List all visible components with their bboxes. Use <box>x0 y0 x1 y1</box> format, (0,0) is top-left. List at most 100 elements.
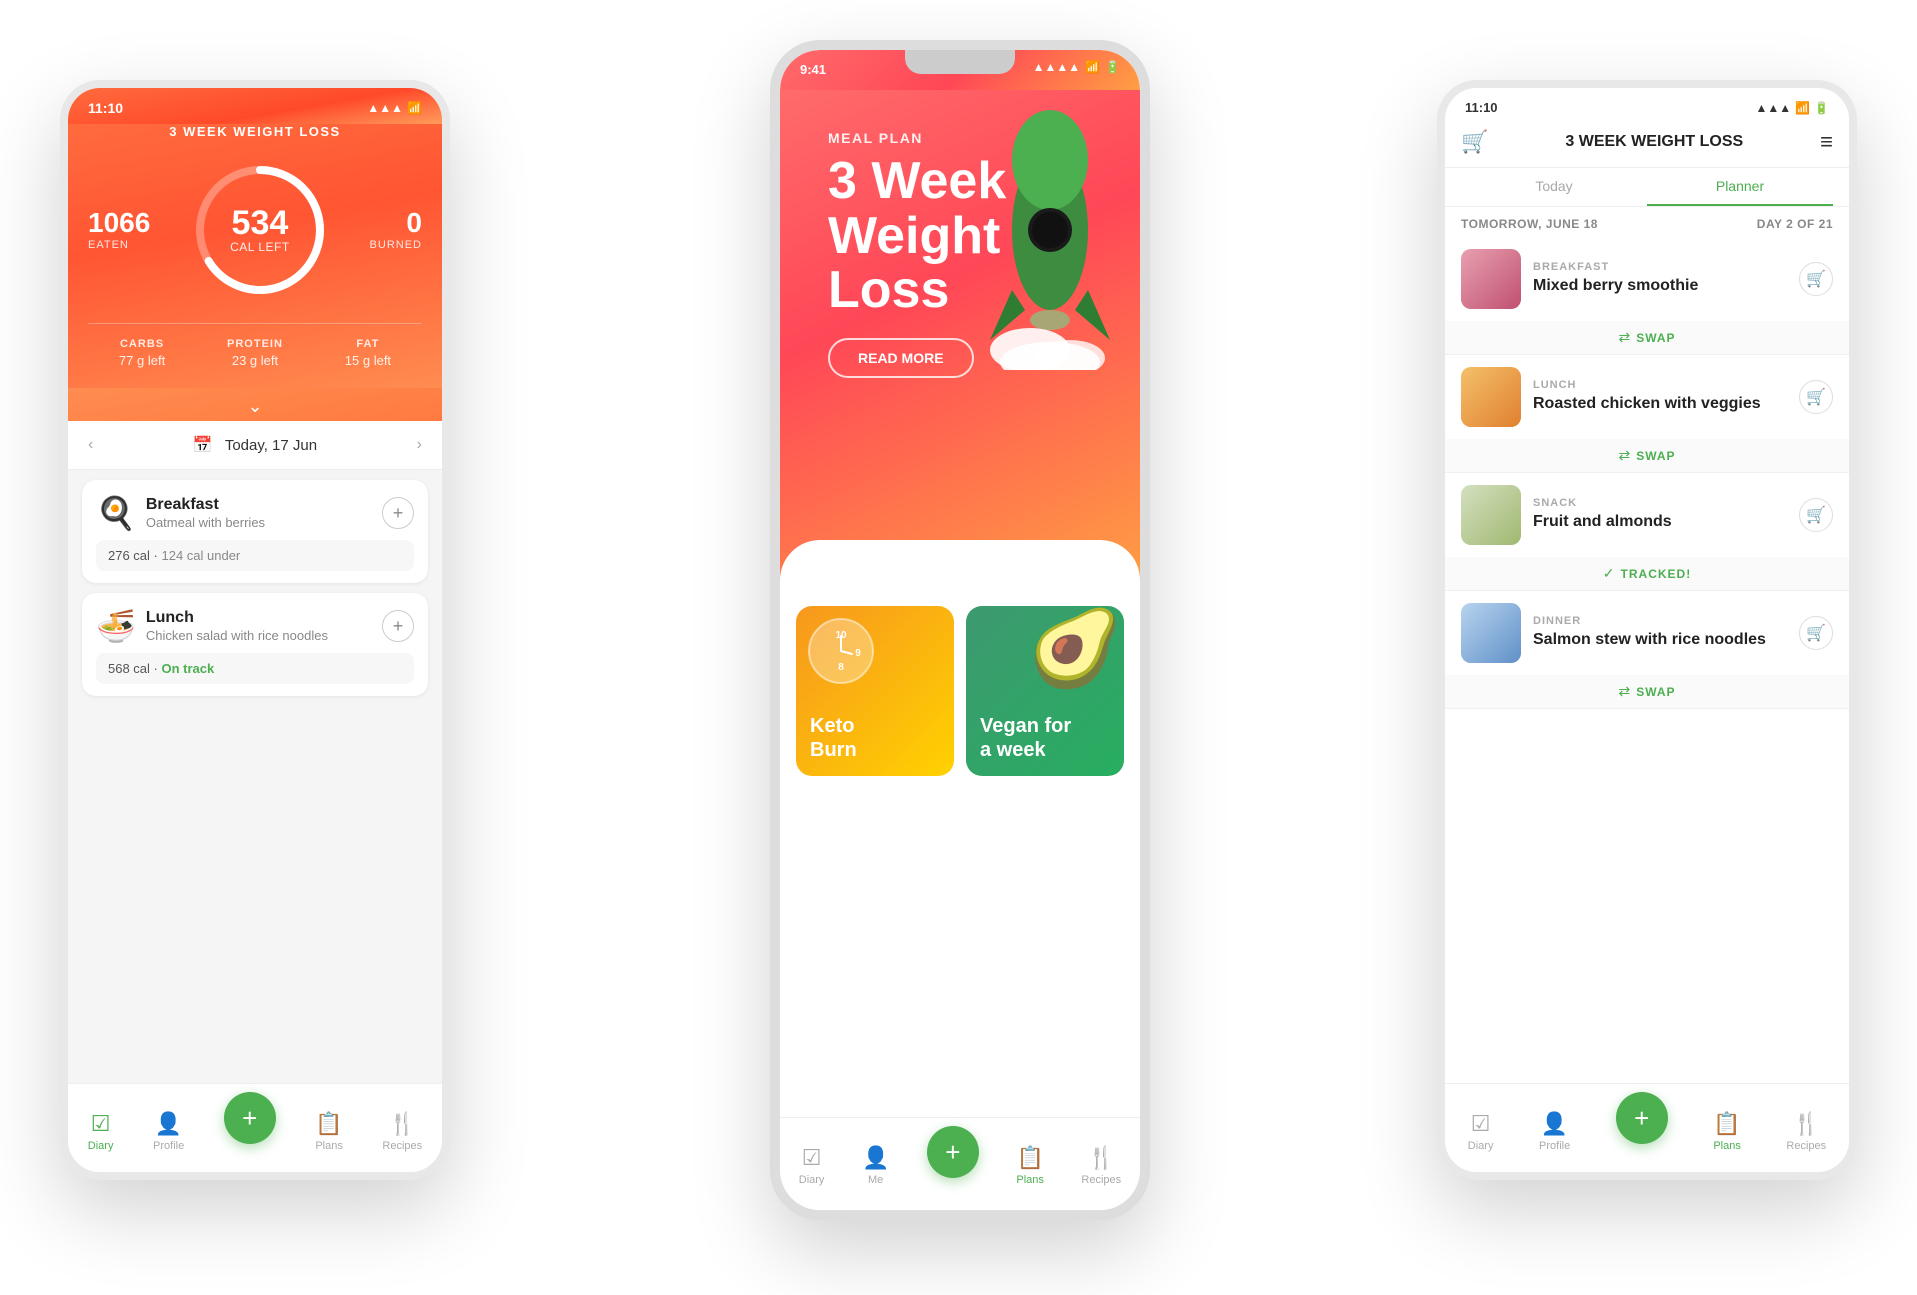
right-status-bar: 11:10 ▲▲▲ 📶 🔋 <box>1445 88 1849 123</box>
hamburger-menu-icon[interactable]: ≡ <box>1820 129 1833 155</box>
right-diary-label: Diary <box>1468 1140 1494 1152</box>
nav-profile[interactable]: 👤 Profile <box>153 1111 184 1152</box>
breakfast-name: Mixed berry smoothie <box>1533 276 1787 297</box>
right-recipes-label: Recipes <box>1786 1140 1826 1152</box>
dinner-cart-button[interactable]: 🛒 <box>1799 616 1833 650</box>
read-more-button[interactable]: READ MORE <box>828 338 974 378</box>
left-calories-burned: 0 BURNED <box>370 209 422 251</box>
planner-snack-section: SNACK Fruit and almonds 🛒 ✓ TRACKED! <box>1445 473 1849 591</box>
lunch-cart-button[interactable]: 🛒 <box>1799 380 1833 414</box>
tab-planner[interactable]: Planner <box>1647 168 1833 206</box>
calories-ring: 534 CAL LEFT <box>185 155 335 305</box>
left-phone: 11:10 ▲▲▲ 📶 3 WEEK WEIGHT LOSS 1066 EATE… <box>60 80 450 1180</box>
center-me-icon: 👤 <box>862 1145 889 1171</box>
nav-add-button[interactable]: + <box>224 1092 276 1144</box>
planner-breakfast-section: BREAKFAST Mixed berry smoothie 🛒 ⇄ SWAP <box>1445 237 1849 355</box>
right-plans-label: Plans <box>1713 1140 1741 1152</box>
snack-category: SNACK <box>1533 497 1787 509</box>
breakfast-swap-label[interactable]: SWAP <box>1636 331 1675 345</box>
vegan-label: Vegan fora week <box>980 714 1071 762</box>
planner-lunch-row: LUNCH Roasted chicken with veggies 🛒 <box>1445 355 1849 439</box>
center-nav-add-button[interactable]: + <box>927 1126 979 1178</box>
nav-plans[interactable]: 📋 Plans <box>315 1111 343 1152</box>
lunch-type: Lunch <box>146 609 328 627</box>
swap-icon-lunch: ⇄ <box>1618 447 1630 464</box>
center-nav-me[interactable]: 👤 Me <box>862 1145 889 1186</box>
snack-cart-button[interactable]: 🛒 <box>1799 498 1833 532</box>
current-date: Today, 17 Jun <box>225 437 317 454</box>
expand-chevron[interactable]: ⌄ <box>68 388 442 421</box>
diary-icon: ☑ <box>91 1111 111 1137</box>
prev-date-arrow[interactable]: ‹ <box>88 436 93 454</box>
center-recipes-icon: 🍴 <box>1088 1145 1115 1171</box>
breakfast-add-button[interactable]: + <box>382 497 414 529</box>
right-nav-plans[interactable]: 📋 Plans <box>1713 1111 1741 1152</box>
left-status-time: 11:10 <box>88 100 123 116</box>
breakfast-calories: 276 cal · 124 cal under <box>96 540 414 571</box>
calendar-icon: 📅 <box>193 435 213 455</box>
macros-row: CARBS 77 g left PROTEIN 23 g left FAT 15… <box>88 323 422 368</box>
breakfast-category: BREAKFAST <box>1533 261 1787 273</box>
next-date-arrow[interactable]: › <box>417 436 422 454</box>
lunch-desc: Chicken salad with rice noodles <box>146 628 328 643</box>
right-nav-recipes[interactable]: 🍴 Recipes <box>1786 1111 1826 1152</box>
planner-day: DAY 2 OF 21 <box>1757 217 1833 231</box>
snack-thumbnail <box>1461 485 1521 545</box>
tab-today[interactable]: Today <box>1461 168 1647 206</box>
right-profile-icon: 👤 <box>1541 1111 1568 1137</box>
planner-breakfast-row: BREAKFAST Mixed berry smoothie 🛒 <box>1445 237 1849 321</box>
planner-dinner-row: DINNER Salmon stew with rice noodles 🛒 <box>1445 591 1849 675</box>
nav-recipes[interactable]: 🍴 Recipes <box>382 1111 422 1152</box>
plans-grid: 10 8 9 KetoBurn 🥑 Vegan fora week <box>780 590 1140 792</box>
center-nav-recipes[interactable]: 🍴 Recipes <box>1081 1145 1121 1186</box>
left-signal-icon: ▲▲▲ <box>367 101 403 115</box>
center-bottom-nav: ☑ Diary 👤 Me + 📋 Plans 🍴 Recipes <box>780 1117 1140 1210</box>
right-nav-diary[interactable]: ☑ Diary <box>1468 1111 1494 1152</box>
dinner-swap-label[interactable]: SWAP <box>1636 685 1675 699</box>
lunch-category: LUNCH <box>1533 379 1787 391</box>
planner-dinner-section: DINNER Salmon stew with rice noodles 🛒 ⇄… <box>1445 591 1849 709</box>
breakfast-cart-button[interactable]: 🛒 <box>1799 262 1833 296</box>
vegan-plan-card[interactable]: 🥑 Vegan fora week <box>966 606 1124 776</box>
lunch-swap-label[interactable]: SWAP <box>1636 449 1675 463</box>
breakfast-type: Breakfast <box>146 496 265 514</box>
snack-info: SNACK Fruit and almonds <box>1533 497 1787 533</box>
planner-date-row: TOMORROW, JUNE 18 DAY 2 OF 21 <box>1445 207 1849 237</box>
center-status-time: 9:41 <box>800 62 826 77</box>
right-nav-add-button[interactable]: + <box>1616 1092 1668 1144</box>
right-app-header: 🛒 3 WEEK WEIGHT LOSS ≡ <box>1445 123 1849 168</box>
cart-icon[interactable]: 🛒 <box>1461 129 1488 155</box>
center-battery: 🔋 <box>1105 60 1120 74</box>
center-plans-icon: 📋 <box>1016 1145 1043 1171</box>
nav-diary-label: Diary <box>88 1140 114 1152</box>
center-nav-plans[interactable]: 📋 Plans <box>1016 1145 1044 1186</box>
left-calories-eaten: 1066 EATEN <box>88 209 150 251</box>
lunch-swap-row: ⇄ SWAP <box>1445 439 1849 472</box>
lunch-name: Roasted chicken with veggies <box>1533 394 1787 415</box>
nav-recipes-label: Recipes <box>382 1140 422 1152</box>
right-recipes-icon: 🍴 <box>1793 1111 1820 1137</box>
breakfast-info: BREAKFAST Mixed berry smoothie <box>1533 261 1787 297</box>
center-nav-diary[interactable]: ☑ Diary <box>799 1145 825 1186</box>
planner-snack-row: SNACK Fruit and almonds 🛒 <box>1445 473 1849 557</box>
left-wifi-icon: 📶 <box>407 101 422 115</box>
nav-diary[interactable]: ☑ Diary <box>88 1111 114 1152</box>
dinner-name: Salmon stew with rice noodles <box>1533 630 1787 651</box>
right-plans-icon: 📋 <box>1713 1111 1740 1137</box>
right-wifi-icon: 📶 <box>1795 101 1810 115</box>
avocado-icon: 🥑 <box>1029 611 1122 686</box>
keto-plan-card[interactable]: 10 8 9 KetoBurn <box>796 606 954 776</box>
plans-icon: 📋 <box>315 1111 342 1137</box>
svg-text:8: 8 <box>838 662 844 673</box>
rocket-illustration <box>970 110 1130 370</box>
right-battery-icon: 🔋 <box>1814 101 1829 115</box>
right-nav-profile[interactable]: 👤 Profile <box>1539 1111 1570 1152</box>
dinner-swap-row: ⇄ SWAP <box>1445 675 1849 708</box>
svg-text:9: 9 <box>855 648 861 659</box>
lunch-add-button[interactable]: + <box>382 610 414 642</box>
breakfast-desc: Oatmeal with berries <box>146 515 265 530</box>
right-bottom-nav: ☑ Diary 👤 Profile + 📋 Plans 🍴 Recipes <box>1445 1083 1849 1172</box>
check-icon-snack: ✓ <box>1603 565 1615 582</box>
macro-protein: PROTEIN 23 g left <box>227 338 283 368</box>
left-plan-title: 3 WEEK WEIGHT LOSS <box>169 124 340 139</box>
